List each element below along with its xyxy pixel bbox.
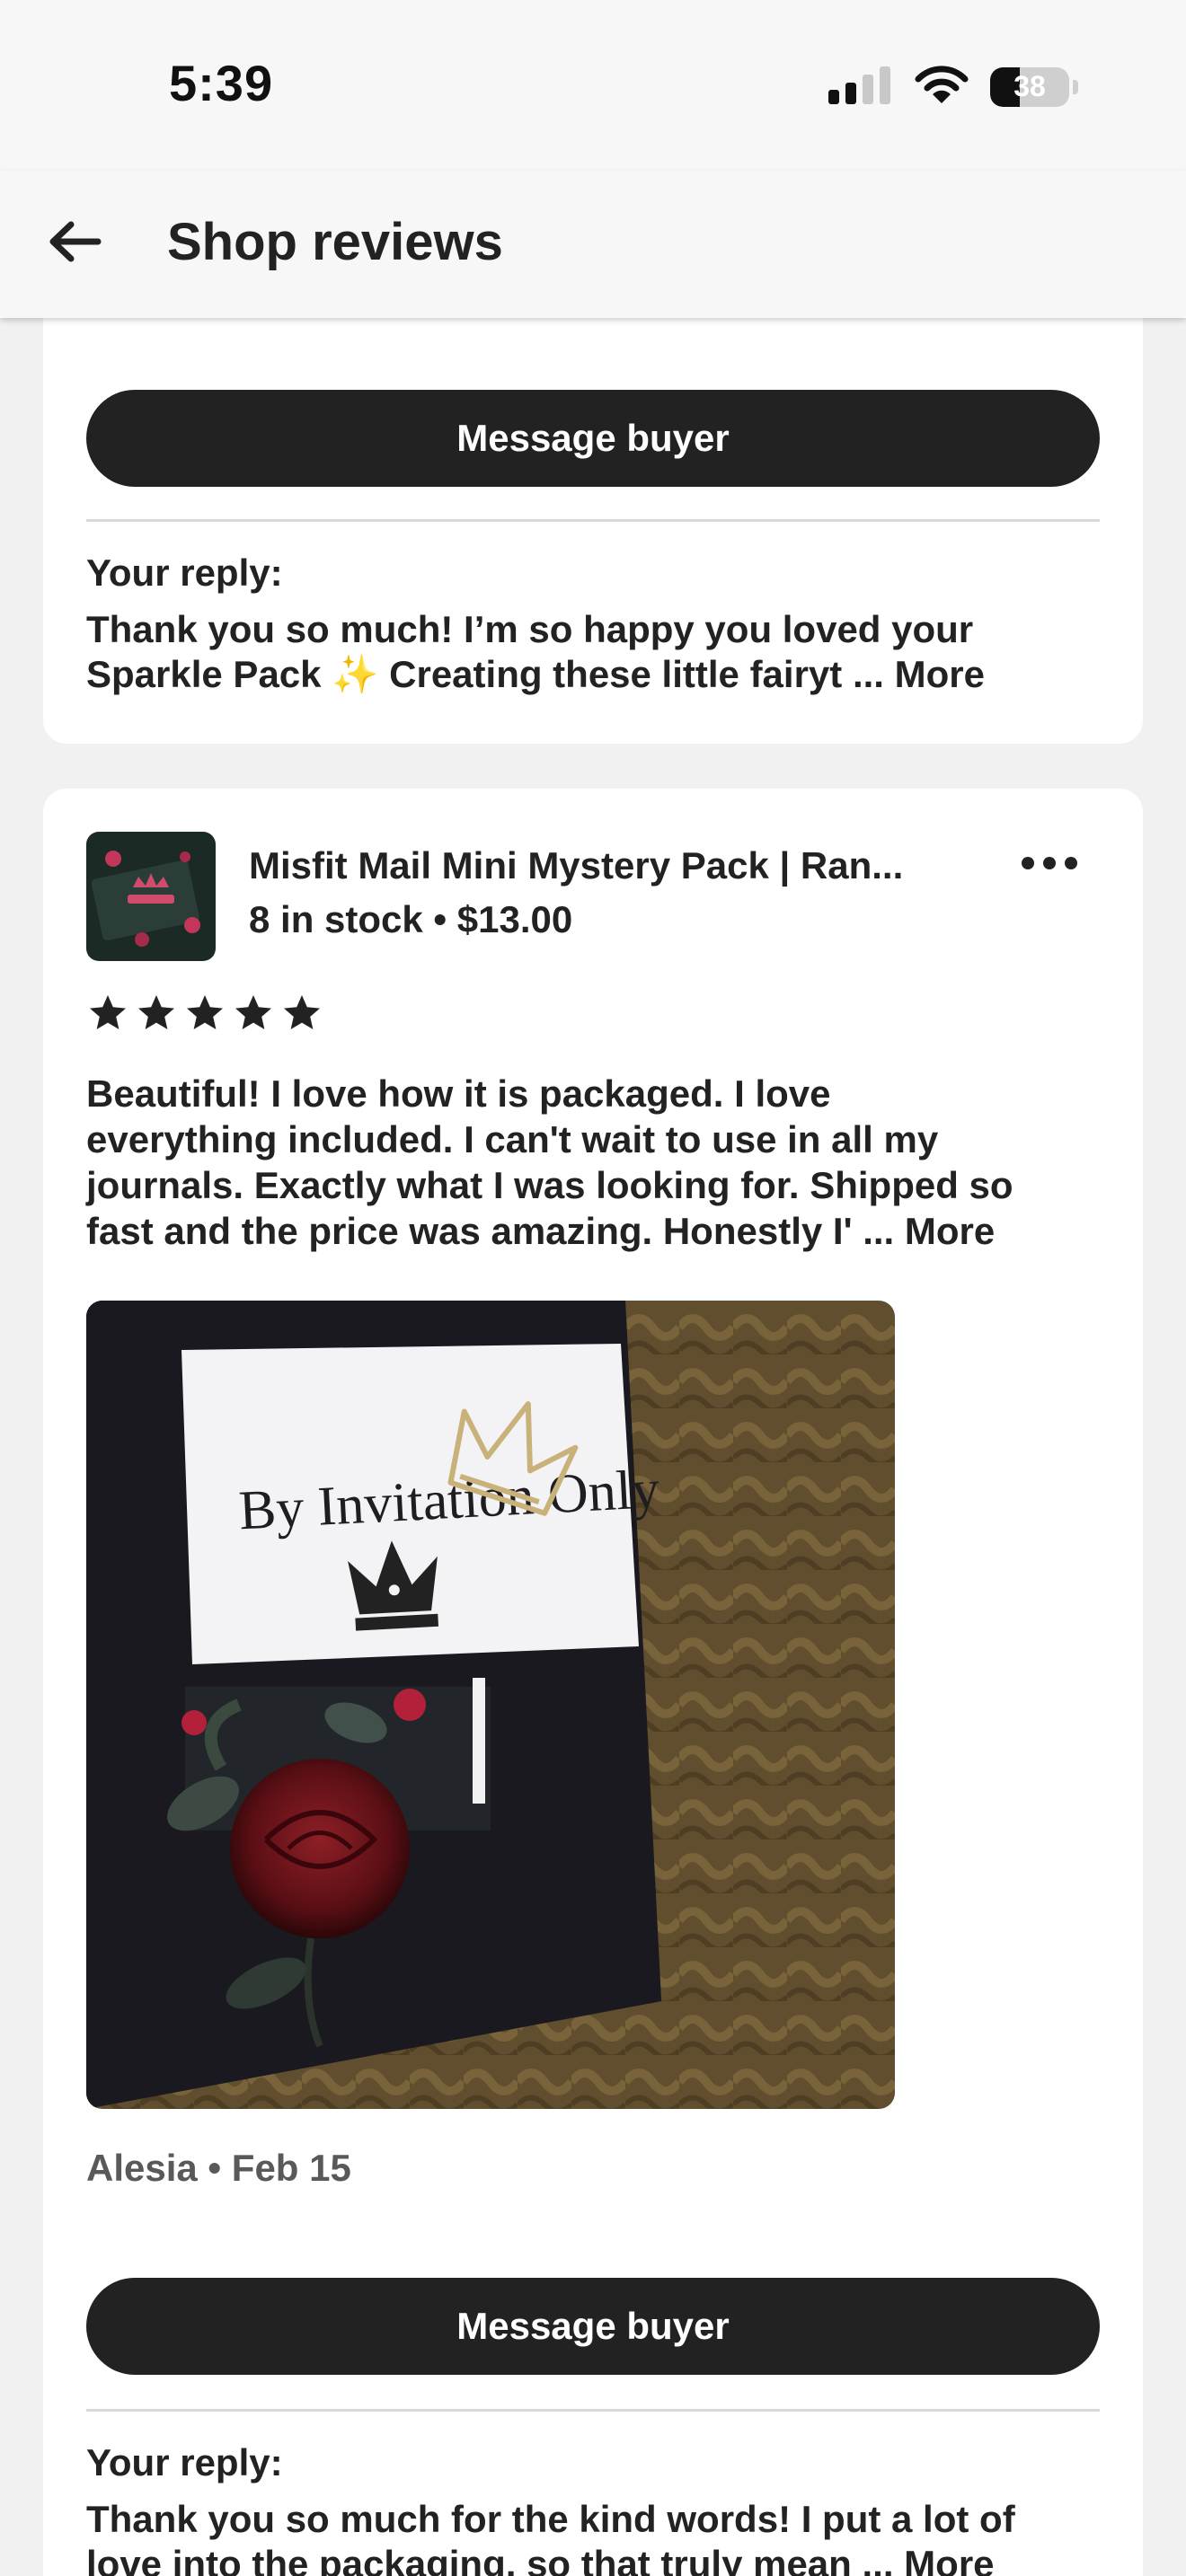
star-icon [235,995,271,1029]
star-icon [90,995,126,1029]
reply-more-link[interactable]: More [904,2543,994,2576]
reviewer-info: Alesia • Feb 15 [86,2147,351,2189]
status-bar: 5:39 38 [0,0,1186,171]
wifi-icon [915,65,969,109]
message-buyer-button[interactable]: Message buyer [86,2278,1100,2375]
review-text: Beautiful! I love how it is packaged. I … [86,1071,1120,1254]
listing-meta: 8 in stock • $13.00 [249,898,573,940]
status-time: 5:39 [169,55,274,111]
listing-title[interactable]: Misfit Mail Mini Mystery Pack | Ran... [249,844,903,887]
more-horizontal-icon [1020,855,1079,876]
star-icon [284,995,320,1029]
arrow-left-icon [48,219,102,269]
battery-icon: 38 [990,66,1069,107]
reply-text-line: Thank you so much for the kind words! I … [86,2498,1015,2540]
reply-text-line: Sparkle Pack ✨ Creating these little fai… [86,653,884,695]
review-photo[interactable]: By Invitation Only [86,1301,895,2109]
cellular-signal-icon [828,65,893,109]
review-card: Message buyer Your reply: Thank you so m… [43,269,1143,744]
star-icon [187,995,223,1029]
review-text-line: Beautiful! I love how it is packaged. I … [86,1072,831,1115]
status-icons: 38 [828,65,1078,109]
review-more-link[interactable]: More [905,1210,995,1252]
page-title: Shop reviews [167,213,503,271]
review-text-line: journals. Exactly what I was looking for… [86,1164,1013,1206]
battery-level: 38 [1013,70,1046,102]
reply-text-line: love into the packaging, so that truly m… [86,2543,894,2576]
reply-label: Your reply: [86,2441,283,2483]
back-button[interactable] [45,214,104,273]
reply-text-line: Thank you so much! I’m so happy you love… [86,608,974,650]
message-buyer-button[interactable]: Message buyer [86,390,1100,487]
more-options-button[interactable] [1013,842,1085,887]
divider [86,2409,1100,2412]
star-rating [86,992,323,1035]
divider [86,519,1100,522]
review-card: Misfit Mail Mini Mystery Pack | Ran... 8… [43,789,1143,2576]
reply-more-link[interactable]: More [895,653,985,695]
listing-thumbnail[interactable] [86,832,216,961]
reply-label: Your reply: [86,551,283,594]
review-text-line: fast and the price was amazing. Honestly… [86,1210,895,1252]
star-icon [138,995,174,1029]
reply-text: Thank you so much for the kind words! I … [86,2497,1100,2576]
top-app-bar: Shop reviews [0,171,1186,318]
reply-text: Thank you so much! I’m so happy you love… [86,607,1100,697]
review-text-line: everything included. I can't wait to use… [86,1118,939,1160]
